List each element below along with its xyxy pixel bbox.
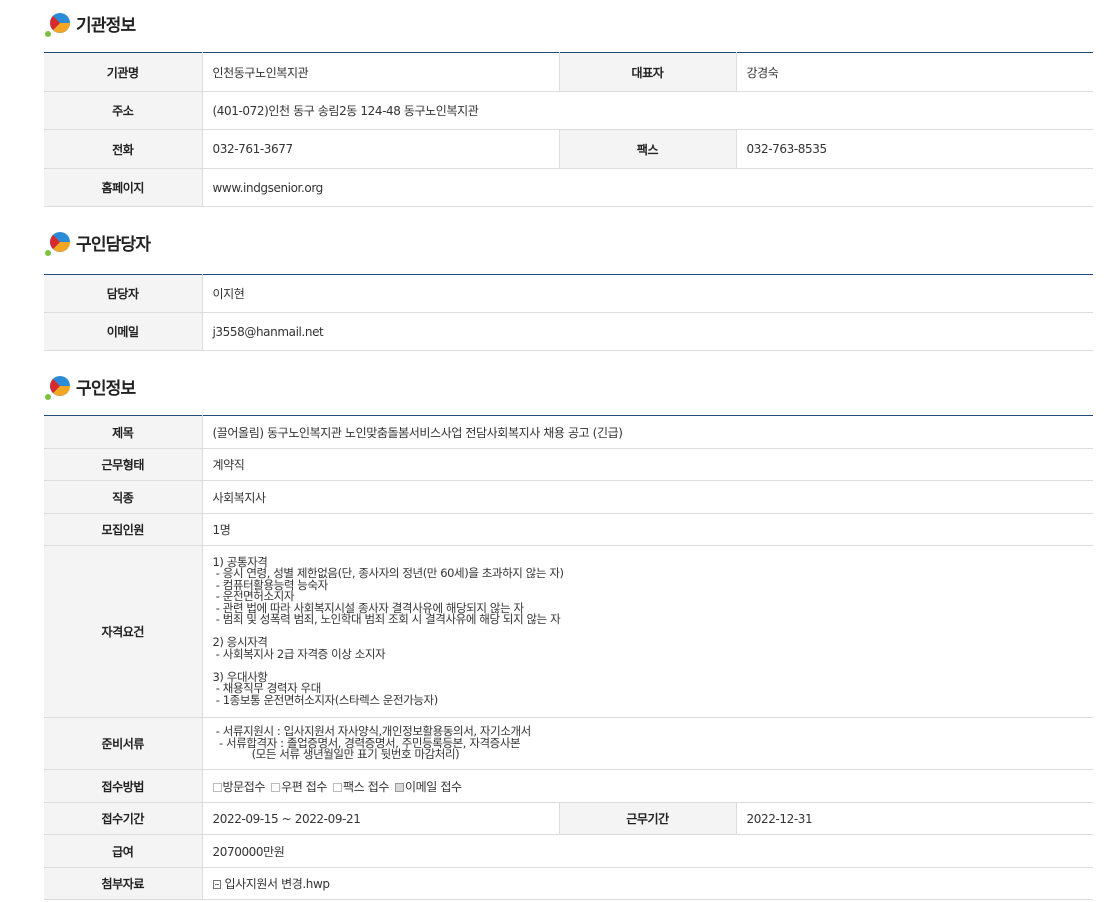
contact-person-label: 담당자 bbox=[44, 274, 203, 313]
table-row: 자격요건 1) 공통자격 - 응시 연령, 성별 제한없음(단, 종사자의 정년… bbox=[44, 545, 1094, 718]
org-home-link[interactable]: www.indgsenior.org bbox=[202, 168, 1093, 207]
job-workperiod-value: 2022-12-31 bbox=[736, 802, 1094, 835]
method-option-fax[interactable]: 팩스 접수 bbox=[333, 780, 389, 794]
org-logo-icon bbox=[44, 8, 74, 38]
table-row: 담당자 이지현 bbox=[44, 274, 1093, 313]
table-row: 이메일 j3558@hanmail.net bbox=[44, 312, 1093, 351]
job-docs-value: - 서류지원시 : 입사지원서 자사양식,개인정보활용동의서, 자기소개서 - … bbox=[202, 717, 1094, 770]
table-row: 기관명 인천동구노인복지관 대표자 강경숙 bbox=[44, 52, 1093, 92]
method-option-mail[interactable]: 우편 접수 bbox=[271, 780, 327, 794]
job-section-header: 구인정보 bbox=[44, 371, 136, 401]
table-row: 근무형태 계약직 bbox=[44, 448, 1094, 481]
org-info-table: 기관명 인천동구노인복지관 대표자 강경숙 주소 (401-072)인천 동구 … bbox=[44, 52, 1093, 207]
attachment-link[interactable]: 입사지원서 변경.hwp bbox=[225, 877, 331, 891]
method-option-email[interactable]: 이메일 접수 bbox=[395, 780, 462, 794]
method-checkbox-fax[interactable] bbox=[333, 782, 343, 792]
org-section-title: 기관정보 bbox=[76, 15, 136, 36]
contact-table: 담당자 이지현 이메일 j3558@hanmail.net bbox=[44, 274, 1093, 351]
job-salary-label: 급여 bbox=[44, 834, 203, 868]
org-fax-label: 팩스 bbox=[559, 129, 737, 169]
job-table: 제목 (끌어올림) 동구노인복지관 노인맞춤돌봄서비스사업 전담사회복지사 채용… bbox=[44, 415, 1094, 900]
table-row: 준비서류 - 서류지원시 : 입사지원서 자사양식,개인정보활용동의서, 자기소… bbox=[44, 717, 1094, 770]
job-method-label: 접수방법 bbox=[44, 769, 203, 803]
file-icon bbox=[212, 880, 221, 889]
org-section-header: 기관정보 bbox=[44, 8, 136, 38]
contact-person-value: 이지현 bbox=[202, 274, 1093, 313]
job-qual-label: 자격요건 bbox=[44, 545, 203, 718]
org-rep-value: 강경숙 bbox=[736, 52, 1093, 92]
job-period-value: 2022-09-15 ~ 2022-09-21 bbox=[202, 802, 560, 835]
job-subject-label: 제목 bbox=[44, 415, 203, 449]
table-row: 접수방법 방문접수 우편 접수 팩스 접수 이메일 접수 bbox=[44, 769, 1094, 803]
contact-logo-icon bbox=[44, 227, 74, 257]
table-row: 직종 사회복지사 bbox=[44, 480, 1094, 514]
method-checkbox-mail[interactable] bbox=[271, 782, 281, 792]
job-salary-value: 2070000만원 bbox=[202, 834, 1094, 868]
job-logo-icon bbox=[44, 371, 74, 401]
job-kind-label: 직종 bbox=[44, 480, 203, 514]
org-tel-label: 전화 bbox=[44, 129, 203, 169]
job-type-label: 근무형태 bbox=[44, 448, 203, 481]
job-period-label: 접수기간 bbox=[44, 802, 203, 835]
job-count-label: 모집인원 bbox=[44, 513, 203, 546]
table-row: 홈페이지 www.indgsenior.org bbox=[44, 168, 1093, 207]
method-checkbox-email[interactable] bbox=[395, 782, 405, 792]
job-kind-value: 사회복지사 bbox=[202, 480, 1094, 514]
contact-section-title: 구인담당자 bbox=[76, 234, 151, 255]
org-tel-value: 032-761-3677 bbox=[202, 129, 560, 169]
org-name-label: 기관명 bbox=[44, 52, 203, 92]
contact-email-label: 이메일 bbox=[44, 312, 203, 351]
job-method-options: 방문접수 우편 접수 팩스 접수 이메일 접수 bbox=[202, 769, 1094, 803]
job-count-value: 1명 bbox=[202, 513, 1094, 546]
job-qual-value: 1) 공통자격 - 응시 연령, 성별 제한없음(단, 종사자의 정년(만 60… bbox=[202, 545, 1094, 718]
table-row: 접수기간 2022-09-15 ~ 2022-09-21 근무기간 2022-1… bbox=[44, 802, 1094, 835]
job-attach-label: 첨부자료 bbox=[44, 867, 203, 900]
table-row: 전화 032-761-3677 팩스 032-763-8535 bbox=[44, 129, 1093, 169]
org-name-value: 인천동구노인복지관 bbox=[202, 52, 560, 92]
method-checkbox-visit[interactable] bbox=[212, 782, 222, 792]
org-fax-value: 032-763-8535 bbox=[736, 129, 1093, 169]
org-home-label: 홈페이지 bbox=[44, 168, 203, 207]
job-workperiod-label: 근무기간 bbox=[559, 802, 737, 835]
method-option-visit[interactable]: 방문접수 bbox=[212, 780, 265, 794]
table-row: 주소 (401-072)인천 동구 송림2동 124-48 동구노인복지관 bbox=[44, 91, 1093, 130]
job-type-value: 계약직 bbox=[202, 448, 1094, 481]
table-row: 모집인원 1명 bbox=[44, 513, 1094, 546]
org-addr-value: (401-072)인천 동구 송림2동 124-48 동구노인복지관 bbox=[202, 91, 1093, 130]
table-row: 급여 2070000만원 bbox=[44, 834, 1094, 868]
org-addr-label: 주소 bbox=[44, 91, 203, 130]
org-rep-label: 대표자 bbox=[559, 52, 737, 92]
job-attach-cell: 입사지원서 변경.hwp bbox=[202, 867, 1094, 900]
job-section-title: 구인정보 bbox=[76, 378, 136, 399]
contact-email-value: j3558@hanmail.net bbox=[202, 312, 1093, 351]
table-row: 첨부자료 입사지원서 변경.hwp bbox=[44, 867, 1094, 900]
contact-section-header: 구인담당자 bbox=[44, 227, 151, 257]
job-docs-label: 준비서류 bbox=[44, 717, 203, 770]
job-subject-value: (끌어올림) 동구노인복지관 노인맞춤돌봄서비스사업 전담사회복지사 채용 공고… bbox=[202, 415, 1094, 449]
table-row: 제목 (끌어올림) 동구노인복지관 노인맞춤돌봄서비스사업 전담사회복지사 채용… bbox=[44, 415, 1094, 449]
